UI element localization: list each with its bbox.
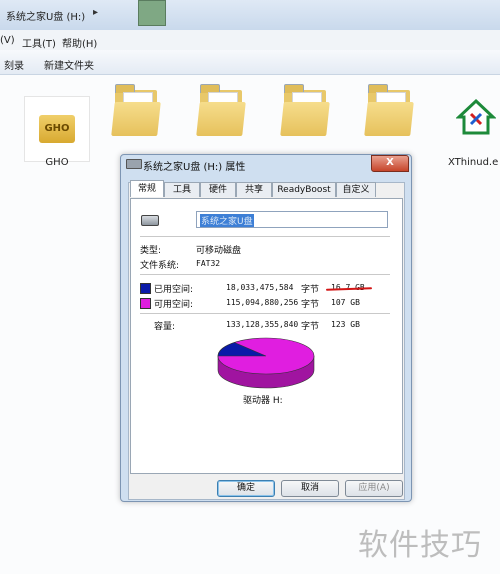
file-label-gho: GHO [45, 157, 69, 168]
general-panel: 系统之家U盘 类型: 可移动磁盘 文件系统: FAT32 已用空间: 18,03… [130, 198, 403, 474]
address-path[interactable]: 系统之家U盘 (H:) [6, 8, 85, 23]
disk-usage-pie [217, 337, 315, 389]
capacity-gb: 123 GB [331, 320, 360, 329]
toolbar: 刻录 新建文件夹 [0, 50, 500, 75]
dialog-titlebar[interactable]: 系统之家U盘 (H:) 属性 X [121, 155, 411, 173]
thumbnail-icon [138, 0, 166, 26]
divider [140, 313, 390, 314]
burn-button[interactable]: 刻录 [4, 57, 24, 72]
drive-caption: 驱动器 H: [243, 396, 283, 406]
menu-bar: (V) 工具(T) 帮助(H) [0, 30, 500, 51]
drive-icon [126, 159, 142, 169]
watermark-text: 软件技巧 [358, 528, 482, 563]
folder-icon[interactable] [196, 84, 246, 136]
folder-icon[interactable] [280, 84, 330, 136]
address-chevron-icon[interactable]: ▸ [93, 7, 98, 18]
menu-view[interactable]: (V) [0, 35, 15, 46]
usb-drive-icon [141, 215, 159, 226]
free-space-swatch [140, 298, 151, 309]
divider [140, 274, 390, 275]
file-label-xthinud: XThinud.e [448, 157, 499, 168]
free-space-unit: 字节 [301, 300, 320, 310]
file-item-gho[interactable]: GHO [24, 96, 90, 162]
tab-tools[interactable]: 工具 [164, 182, 200, 197]
used-space-bytes: 18,033,475,584 [226, 283, 294, 292]
tab-general[interactable]: 常规 [130, 180, 164, 197]
tab-readyboost[interactable]: ReadyBoost [272, 182, 336, 197]
type-value: 可移动磁盘 [196, 246, 242, 256]
drive-name-value[interactable]: 系统之家U盘 [200, 214, 254, 227]
menu-help[interactable]: 帮助(H) [62, 35, 97, 50]
capacity-bytes: 133,128,355,840 [226, 320, 299, 329]
capacity-label: 容量: [154, 322, 176, 332]
free-space-bytes: 115,094,880,256 [226, 298, 299, 307]
close-button[interactable]: X [371, 155, 409, 172]
filesystem-label: 文件系统: [140, 261, 180, 271]
drive-name-input[interactable]: 系统之家U盘 [196, 211, 388, 228]
menu-tools[interactable]: 工具(T) [22, 35, 56, 50]
gho-file-icon: GHO [39, 115, 75, 143]
ok-button[interactable]: 确定 [217, 480, 275, 497]
new-folder-button[interactable]: 新建文件夹 [44, 57, 94, 72]
properties-dialog: 系统之家U盘 (H:) 属性 X 常规 工具 硬件 共享 ReadyBoost … [120, 154, 412, 502]
cancel-button[interactable]: 取消 [281, 480, 339, 497]
address-bar[interactable]: 系统之家U盘 (H:) ▸ [0, 0, 500, 31]
close-icon: X [386, 157, 394, 168]
dialog-title: 系统之家U盘 (H:) 属性 [143, 162, 246, 173]
folder-icon[interactable] [364, 84, 414, 136]
free-space-label: 可用空间: [154, 300, 194, 310]
filesystem-value: FAT32 [196, 259, 221, 268]
tab-sharing[interactable]: 共享 [236, 182, 272, 197]
used-space-swatch [140, 283, 151, 294]
free-space-gb: 107 GB [331, 298, 360, 307]
capacity-unit: 字节 [301, 322, 320, 332]
used-space-unit: 字节 [301, 285, 320, 295]
used-space-label: 已用空间: [154, 285, 194, 295]
divider [140, 236, 390, 237]
house-app-icon[interactable] [456, 97, 496, 137]
type-label: 类型: [140, 246, 162, 256]
folder-icon[interactable] [111, 84, 161, 136]
tab-customize[interactable]: 自定义 [336, 182, 376, 197]
tab-hardware[interactable]: 硬件 [200, 182, 236, 197]
apply-button[interactable]: 应用(A) [345, 480, 403, 497]
